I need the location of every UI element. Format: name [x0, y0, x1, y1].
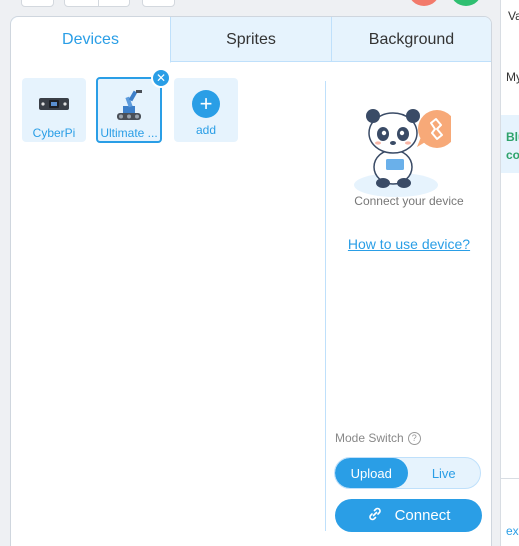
cyberpi-board-icon [34, 86, 74, 122]
mode-upload[interactable]: Upload [335, 458, 408, 488]
side-text-co: co [506, 148, 519, 162]
device-label: add [195, 123, 217, 137]
side-text-extension[interactable]: ex [506, 524, 519, 538]
device-ultimate[interactable]: Ultimate ... [96, 77, 162, 143]
robot-arm-icon [109, 87, 149, 123]
tab-sprites[interactable]: Sprites [171, 17, 332, 62]
connect-label: Connect [394, 507, 451, 524]
device-add-button[interactable]: + add [174, 78, 238, 142]
connect-button[interactable]: Connect [335, 499, 482, 532]
device-panel: Devices Sprites Background CyberPi Ultim… [10, 16, 492, 546]
help-icon[interactable]: ? [407, 431, 421, 445]
device-list: CyberPi Ultimate ... + add [22, 77, 312, 148]
panda-illustration [351, 97, 456, 207]
mode-switch-text: Mode Switch [335, 431, 404, 445]
go-button[interactable] [450, 0, 482, 6]
toolbar-button-group[interactable] [64, 0, 130, 7]
side-text-variables: Va [508, 9, 519, 23]
device-label: CyberPi [32, 126, 76, 140]
toolbar-button-3[interactable] [142, 0, 175, 7]
close-icon[interactable]: ✕ [151, 68, 171, 88]
link-icon [367, 506, 383, 526]
mode-toggle: Upload Live [334, 457, 481, 489]
device-cyberpi[interactable]: CyberPi [22, 78, 86, 142]
side-divider [501, 478, 519, 479]
panel-tabs: Devices Sprites Background [11, 17, 491, 63]
device-label: Ultimate ... [100, 126, 158, 140]
stop-button[interactable] [408, 0, 440, 6]
divider [325, 81, 326, 531]
mode-switch-label: Mode Switch ? [335, 431, 421, 445]
tab-background[interactable]: Background [332, 17, 491, 62]
side-text-blu: Blu [506, 130, 519, 144]
toolbar-button-1[interactable] [21, 0, 54, 7]
side-panel: Va My Blu co ex [500, 0, 519, 546]
tab-devices[interactable]: Devices [11, 17, 171, 63]
connect-hint: Connect your device [354, 194, 464, 208]
side-highlight [501, 115, 519, 173]
plus-icon: + [192, 90, 220, 118]
side-text-my: My [506, 70, 519, 84]
mode-live[interactable]: Live [408, 458, 481, 488]
how-to-use-link[interactable]: How to use device? [336, 236, 482, 252]
